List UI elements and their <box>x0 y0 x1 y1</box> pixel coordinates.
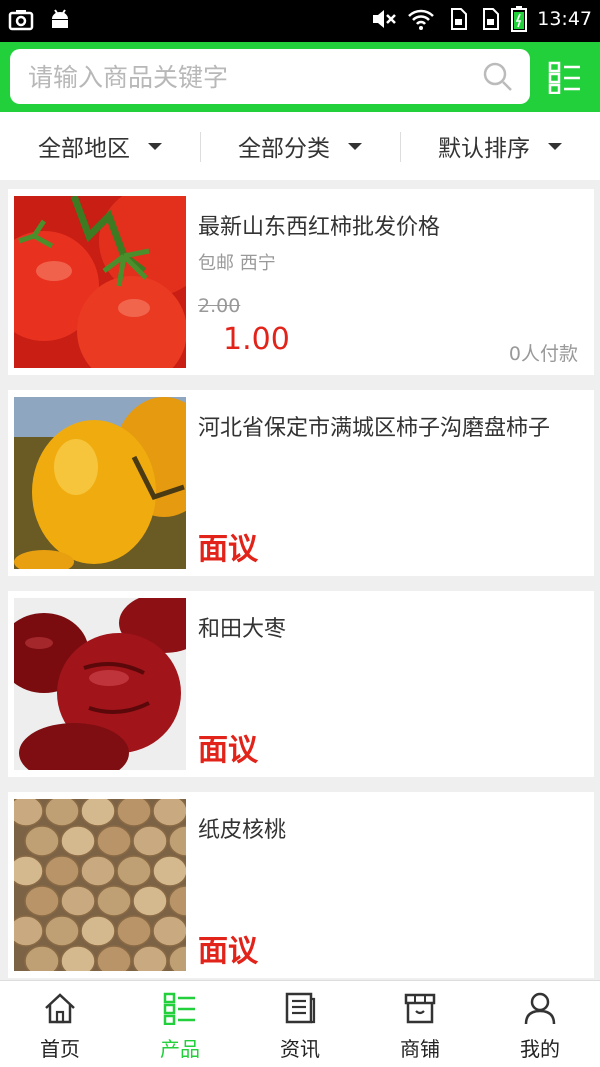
product-shipping-location: 包邮 西宁 <box>198 253 276 274</box>
product-title[interactable]: 河北省保定市满城区柿子沟磨盘柿子 <box>198 410 582 442</box>
products-grid-icon <box>163 992 195 1025</box>
mute-icon <box>373 10 397 28</box>
product-price: 1.00 <box>223 322 290 357</box>
tab-news-label: 资讯 <box>280 1037 320 1061</box>
android-icon <box>52 9 68 28</box>
sim-card-icon <box>451 8 468 30</box>
chevron-down-icon <box>148 142 162 150</box>
status-bar: 13:47 <box>0 0 600 42</box>
header <box>0 42 600 112</box>
product-list: 最新山东西红柿批发价格 包邮 西宁 2.00 1.00 0人付款 河北省保定市满… <box>0 180 600 980</box>
product-card[interactable]: 河北省保定市满城区柿子沟磨盘柿子 面议 <box>8 390 594 576</box>
wifi-icon <box>408 9 435 30</box>
tab-profile[interactable]: 我的 <box>480 981 600 1067</box>
tab-home[interactable]: 首页 <box>0 981 120 1067</box>
filter-sort-label: 默认排序 <box>438 136 530 162</box>
product-price-negotiable: 面议 <box>198 532 258 567</box>
product-price-negotiable: 面议 <box>198 934 258 969</box>
filter-region-label: 全部地区 <box>38 136 130 162</box>
tab-shops[interactable]: 商铺 <box>360 981 480 1067</box>
product-sold-count: 0人付款 <box>508 343 578 365</box>
tab-shops-label: 商铺 <box>400 1037 440 1061</box>
search-input[interactable] <box>28 59 468 95</box>
sim-card-icon-2 <box>483 8 500 30</box>
product-image-persimmon[interactable] <box>14 397 186 569</box>
filter-region[interactable]: 全部地区 <box>0 112 200 180</box>
status-time: 13:47 <box>537 8 592 30</box>
tab-home-label: 首页 <box>40 1037 80 1061</box>
tab-news[interactable]: 资讯 <box>240 981 360 1067</box>
search-box[interactable] <box>10 49 530 104</box>
tab-products[interactable]: 产品 <box>120 981 240 1067</box>
shop-icon <box>404 993 436 1024</box>
product-card[interactable]: 纸皮核桃 面议 <box>8 792 594 978</box>
filter-bar: 全部地区 全部分类 默认排序 <box>0 112 600 180</box>
filter-category-label: 全部分类 <box>238 136 330 162</box>
chevron-down-icon <box>348 142 362 150</box>
filter-sort[interactable]: 默认排序 <box>400 112 600 180</box>
product-title[interactable]: 纸皮核桃 <box>198 812 582 844</box>
news-icon <box>285 992 316 1024</box>
product-image-tomato[interactable] <box>14 196 186 368</box>
search-icon[interactable] <box>482 61 514 93</box>
product-card[interactable]: 最新山东西红柿批发价格 包邮 西宁 2.00 1.00 0人付款 <box>8 189 594 375</box>
battery-icon <box>511 6 528 32</box>
chevron-down-icon <box>548 142 562 150</box>
screenshot-icon <box>8 10 34 31</box>
filter-category[interactable]: 全部分类 <box>200 112 400 180</box>
product-title[interactable]: 和田大枣 <box>198 611 582 643</box>
category-menu-icon[interactable] <box>548 60 582 94</box>
product-image-walnuts[interactable] <box>14 799 186 971</box>
product-original-price: 2.00 <box>198 295 241 317</box>
tab-profile-label: 我的 <box>520 1037 560 1061</box>
product-title[interactable]: 最新山东西红柿批发价格 <box>198 209 582 241</box>
product-price-negotiable: 面议 <box>198 733 258 768</box>
user-icon <box>524 992 556 1025</box>
bottom-tab-bar: 首页 产品 资讯 商铺 我的 <box>0 980 600 1067</box>
product-card[interactable]: 和田大枣 面议 <box>8 591 594 777</box>
tab-products-label: 产品 <box>160 1037 200 1061</box>
home-icon <box>45 993 75 1024</box>
product-image-red-dates[interactable] <box>14 598 186 770</box>
